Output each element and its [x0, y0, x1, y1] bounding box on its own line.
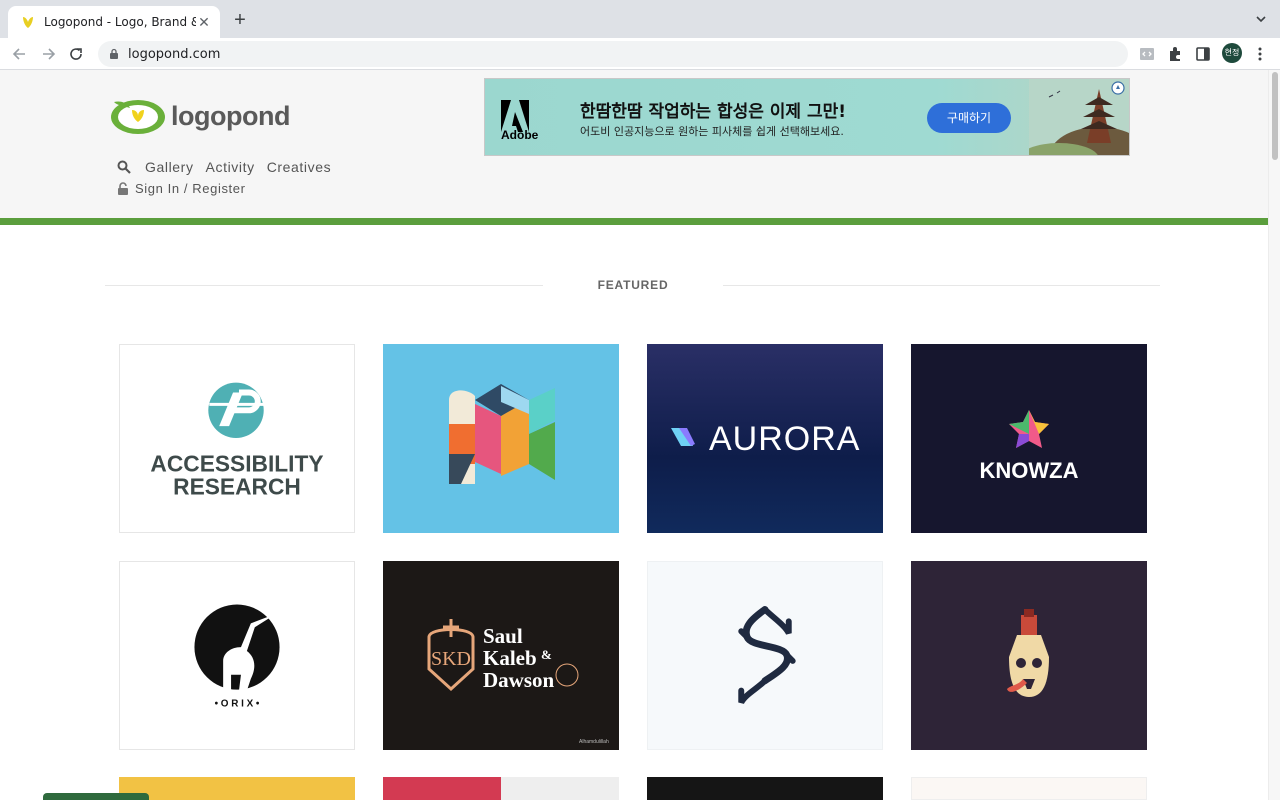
adobe-brand-text: Adobe	[501, 128, 539, 142]
reload-icon[interactable]	[66, 44, 86, 64]
logo-card-row3-2[interactable]	[383, 777, 619, 800]
search-icon[interactable]	[117, 160, 131, 174]
lotus-logo-icon	[111, 100, 165, 134]
logo-card-s-monogram[interactable]	[647, 561, 883, 750]
adobe-ad-banner[interactable]: Adobe 한땀한땀 작업하는 합성은 이제 그만! 어도비 인공지능으로 원하…	[484, 78, 1130, 156]
knowza-artwork: KNOWZA	[980, 410, 1079, 483]
ad-info-icon[interactable]	[1111, 81, 1125, 95]
nav-activity[interactable]: Activity	[206, 159, 255, 175]
site-header: logopond Gallery Activity Creatives Sign…	[0, 70, 1268, 218]
logo-card-row3-1[interactable]	[119, 777, 355, 800]
logo-wordmark: logopond	[171, 100, 290, 131]
logopond-favicon-icon	[23, 17, 33, 28]
dawson-line: Dawson	[483, 668, 555, 692]
ad-title: 한땀한땀 작업하는 합성은 이제 그만!	[580, 102, 847, 122]
page-viewport: logopond Gallery Activity Creatives Sign…	[0, 70, 1268, 800]
page-scrollbar[interactable]	[1268, 70, 1280, 800]
code-extension-icon[interactable]	[1138, 45, 1156, 63]
browser-tabbar: Logopond - Logo, Brand & Ider ✕ +	[0, 0, 1280, 38]
site-logo[interactable]: logopond	[110, 96, 290, 136]
featured-line-right	[723, 285, 1160, 286]
signin-link[interactable]: Sign In / Register	[117, 181, 246, 196]
header-divider	[0, 218, 1268, 225]
colorful-m-artwork	[449, 384, 555, 484]
aurora-wordmark: AURORA	[709, 420, 860, 458]
nav-creatives[interactable]: Creatives	[267, 159, 332, 175]
chevron-down-icon[interactable]	[1254, 12, 1268, 26]
logo-card-saul-kaleb-dawson[interactable]: SKD Saul Kaleb & Dawson Alhamdulillah	[383, 561, 619, 750]
ad-subtitle: 어도비 인공지능으로 원하는 피사체를 쉽게 선택해보세요.	[580, 125, 844, 138]
logo-card-skull-bottle[interactable]	[911, 561, 1147, 750]
browser-toolbar: logopond.com 현정	[0, 38, 1280, 70]
orix-wordmark: • O R I X •	[215, 698, 260, 709]
new-tab-icon[interactable]: +	[230, 10, 250, 30]
saul-footer: Alhamdulillah	[579, 739, 609, 745]
extensions-puzzle-icon[interactable]	[1166, 45, 1184, 63]
logo-card-aurora[interactable]: AURORA	[647, 344, 883, 533]
saul-kaleb-dawson-artwork: SKD Saul Kaleb & Dawson Alhamdulillah	[427, 619, 609, 745]
logo-card-row3-4[interactable]	[911, 777, 1147, 800]
back-arrow-icon[interactable]	[10, 44, 30, 64]
feedback-tab[interactable]	[43, 793, 149, 800]
browser-tab[interactable]: Logopond - Logo, Brand & Ider ✕	[8, 6, 220, 38]
more-vertical-icon[interactable]	[1251, 45, 1269, 63]
accessibility-line2: RESEARCH	[173, 473, 301, 499]
scrollbar-thumb[interactable]	[1272, 72, 1278, 160]
url-text: logopond.com	[128, 46, 221, 62]
signin-label: Sign In / Register	[135, 181, 246, 196]
logo-card-row3-3[interactable]	[647, 777, 883, 800]
logo-card-colorful-m[interactable]	[383, 344, 619, 533]
aurora-artwork: AURORA	[671, 420, 860, 458]
featured-label: FEATURED	[597, 278, 669, 292]
tab-title: Logopond - Logo, Brand & Ider	[44, 15, 196, 29]
logo-card-accessibility-research[interactable]: ACCESSIBILITY RESEARCH	[119, 344, 355, 533]
logo-card-knowza[interactable]: KNOWZA	[911, 344, 1147, 533]
saul-line: Saul	[483, 624, 523, 648]
logo-card-orix[interactable]: • O R I X •	[119, 561, 355, 750]
s-monogram-artwork	[738, 606, 796, 705]
forward-arrow-icon[interactable]	[38, 44, 58, 64]
kaleb-line: Kaleb	[483, 646, 537, 670]
lock-icon	[110, 48, 118, 59]
accessibility-research-artwork: ACCESSIBILITY RESEARCH	[150, 382, 324, 499]
padlock-icon	[118, 182, 128, 195]
address-bar[interactable]: logopond.com	[98, 41, 1128, 67]
featured-heading: FEATURED	[105, 278, 1160, 294]
nav-gallery[interactable]: Gallery	[145, 159, 194, 175]
ampersand: &	[541, 647, 552, 662]
orix-artwork: • O R I X •	[194, 604, 280, 709]
skull-bottle-artwork	[1007, 609, 1049, 697]
sau-monogram-text: SKD	[431, 648, 471, 670]
main-nav: Gallery Activity Creatives	[117, 159, 331, 175]
side-panel-icon[interactable]	[1194, 45, 1212, 63]
ad-buy-button[interactable]: 구매하기	[927, 103, 1011, 133]
knowza-wordmark: KNOWZA	[980, 458, 1079, 483]
close-tab-icon[interactable]: ✕	[196, 14, 212, 30]
profile-avatar[interactable]: 현정	[1222, 43, 1242, 63]
featured-line-left	[105, 285, 543, 286]
